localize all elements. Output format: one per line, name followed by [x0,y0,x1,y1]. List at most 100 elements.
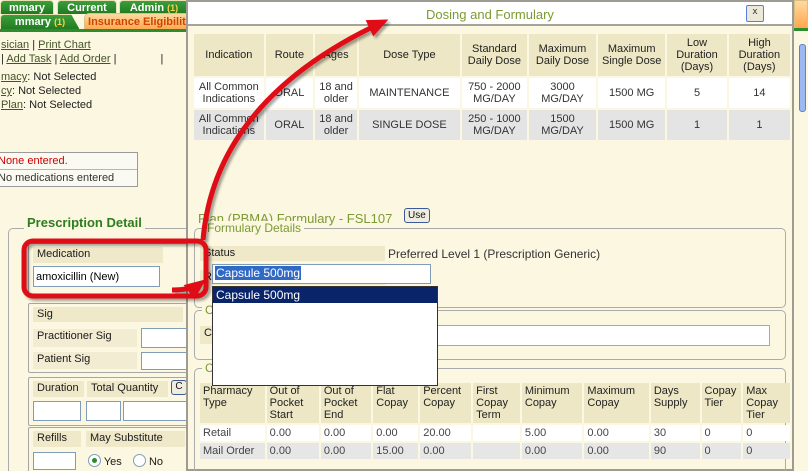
use-button[interactable]: Use [404,208,430,223]
table-cell: 0.00 [373,425,418,441]
column-header: Indication [194,34,264,76]
pharmacy-link[interactable]: macy [1,71,27,83]
duration-input[interactable] [33,401,81,421]
column-header: Route [266,34,314,76]
column-header: Copay Tier [702,383,742,423]
column-header: First Copay Term [473,383,520,423]
total-quantity-unit-input[interactable] [123,401,187,421]
status-value: Preferred Level 1 (Prescription Generic) [388,247,600,261]
separator: | [1,53,4,65]
table-cell: 0.00 [522,443,583,459]
table-cell: MAINTENANCE [359,78,460,108]
tab-label: mmary [9,2,45,14]
table-cell: Retail [200,425,265,441]
medication-label: Medication [33,247,163,263]
medication-input[interactable] [33,266,160,287]
table-row: Retail0.000.000.0020.005.000.003000 [200,425,790,441]
table-cell: 14 [729,78,790,108]
tab-fragment-right [794,0,808,28]
total-quantity-input[interactable] [86,401,121,421]
table-cell [473,425,520,441]
radio-yes-label: Yes [104,456,122,468]
table-cell: 18 and older [315,110,357,140]
add-task-link[interactable]: Add Task [6,53,51,65]
tab-count-badge: (1) [167,3,178,13]
policy-link[interactable]: cy [1,85,12,97]
table-cell: 18 and older [315,78,357,108]
plan-link[interactable]: Plan [1,99,23,111]
not-selected-text: : Not Selected [27,71,96,83]
table-cell: All Common Indications [194,110,264,140]
print-chart-link[interactable]: Print Chart [38,39,91,51]
table-cell: 0.00 [584,425,648,441]
radio-yes-icon[interactable] [88,454,101,467]
combobox-selected-text: Capsule 500mg [215,266,301,280]
patient-sig-label: Patient Sig [33,352,137,369]
tab-label: mmary [15,16,51,28]
tab-admin[interactable]: Admin (1) [119,0,189,14]
quantity-calc-button[interactable]: C [171,380,187,395]
policy-selection-line: cy: Not Selected [1,85,81,97]
refills-input[interactable] [33,452,76,470]
table-row: All Common IndicationsORAL18 and olderMA… [194,78,790,108]
table-cell: 0.00 [584,443,648,459]
table-cell: 5.00 [522,425,583,441]
tab-current[interactable]: Current [57,0,117,14]
dosing-table: IndicationRouteAgesDose TypeStandard Dai… [192,32,792,142]
column-header: Standard Daily Dose [462,34,527,76]
chart-links-line2: | Add Task | Add Order | | [1,53,163,65]
table-cell: 1500 MG/DAY [529,110,596,140]
table-cell: 1500 MG [598,110,665,140]
pharmacy-selection-line: macy: Not Selected [1,71,96,83]
column-header: Max Copay Tier [743,383,790,423]
column-header: Percent Copay [420,383,471,423]
column-header: Ages [315,34,357,76]
tab-summary-sub[interactable]: mmary (1) [0,14,80,30]
radio-no-label: No [149,456,163,468]
tab-insurance-eligibility[interactable]: Insurance Eligibility [84,13,196,30]
practitioner-sig-label: Practitioner Sig [33,329,137,347]
duration-label: Duration [33,381,84,397]
table-cell: 0.00 [420,443,471,459]
refills-label: Refills [33,431,81,447]
column-header: Out of Pocket Start [267,383,319,423]
table-row: All Common IndicationsORAL18 and olderSI… [194,110,790,140]
copay-table: Pharmacy TypeOut of Pocket StartOut of P… [198,381,792,461]
separator: | [161,53,164,65]
status-label: Status [200,246,385,261]
table-cell: 15.00 [373,443,418,459]
physician-link[interactable]: sician [1,39,29,51]
scrollbar-thumb[interactable] [799,44,806,112]
table-cell: 20.00 [420,425,471,441]
medication-form-combobox[interactable]: Capsule 500mg [212,264,431,284]
table-cell: 0.00 [267,443,319,459]
prescription-detail-legend: Prescription Detail [24,215,145,230]
column-header: Low Duration (Days) [667,34,726,76]
table-cell: 0.00 [321,443,371,459]
alerts-box: None entered. No medications entered [0,152,138,187]
column-header: Maximum Single Dose [598,34,665,76]
column-header: Out of Pocket End [321,383,371,423]
table-row: Mail Order0.000.0015.000.000.000.009000 [200,443,790,459]
tab-count-badge: (1) [54,17,65,27]
table-cell: ORAL [266,110,314,140]
tab-summary-top[interactable]: mmary [0,0,54,14]
close-icon[interactable]: x [746,5,764,22]
radio-no-icon[interactable] [133,454,146,467]
column-header: Dose Type [359,34,460,76]
dosing-formulary-dialog: Dosing and Formulary x IndicationRouteAg… [186,0,794,471]
table-cell: 90 [651,443,700,459]
add-order-link[interactable]: Add Order [60,53,111,65]
plan-selection-line: Plan: Not Selected [1,99,92,111]
tab-underline-right [794,28,808,31]
table-cell: 0.00 [267,425,319,441]
column-header: Maximum Daily Dose [529,34,596,76]
separator: | [114,53,117,65]
copay-table-header-row: Pharmacy TypeOut of Pocket StartOut of P… [200,383,790,423]
column-header: Days Supply [651,383,700,423]
column-header: Flat Copay [373,383,418,423]
table-cell: 0 [743,443,790,459]
dropdown-item[interactable]: Capsule 500mg [213,287,437,303]
table-cell: 0 [702,443,742,459]
table-cell: 0 [743,425,790,441]
